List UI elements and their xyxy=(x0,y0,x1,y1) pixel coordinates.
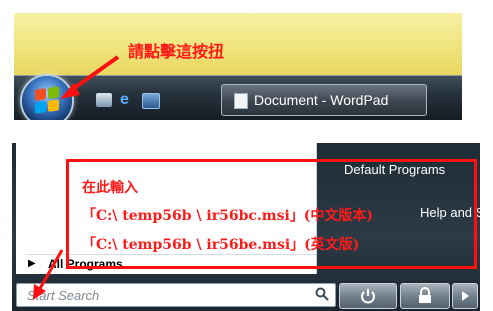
callout-arrow-bottom xyxy=(33,249,64,300)
